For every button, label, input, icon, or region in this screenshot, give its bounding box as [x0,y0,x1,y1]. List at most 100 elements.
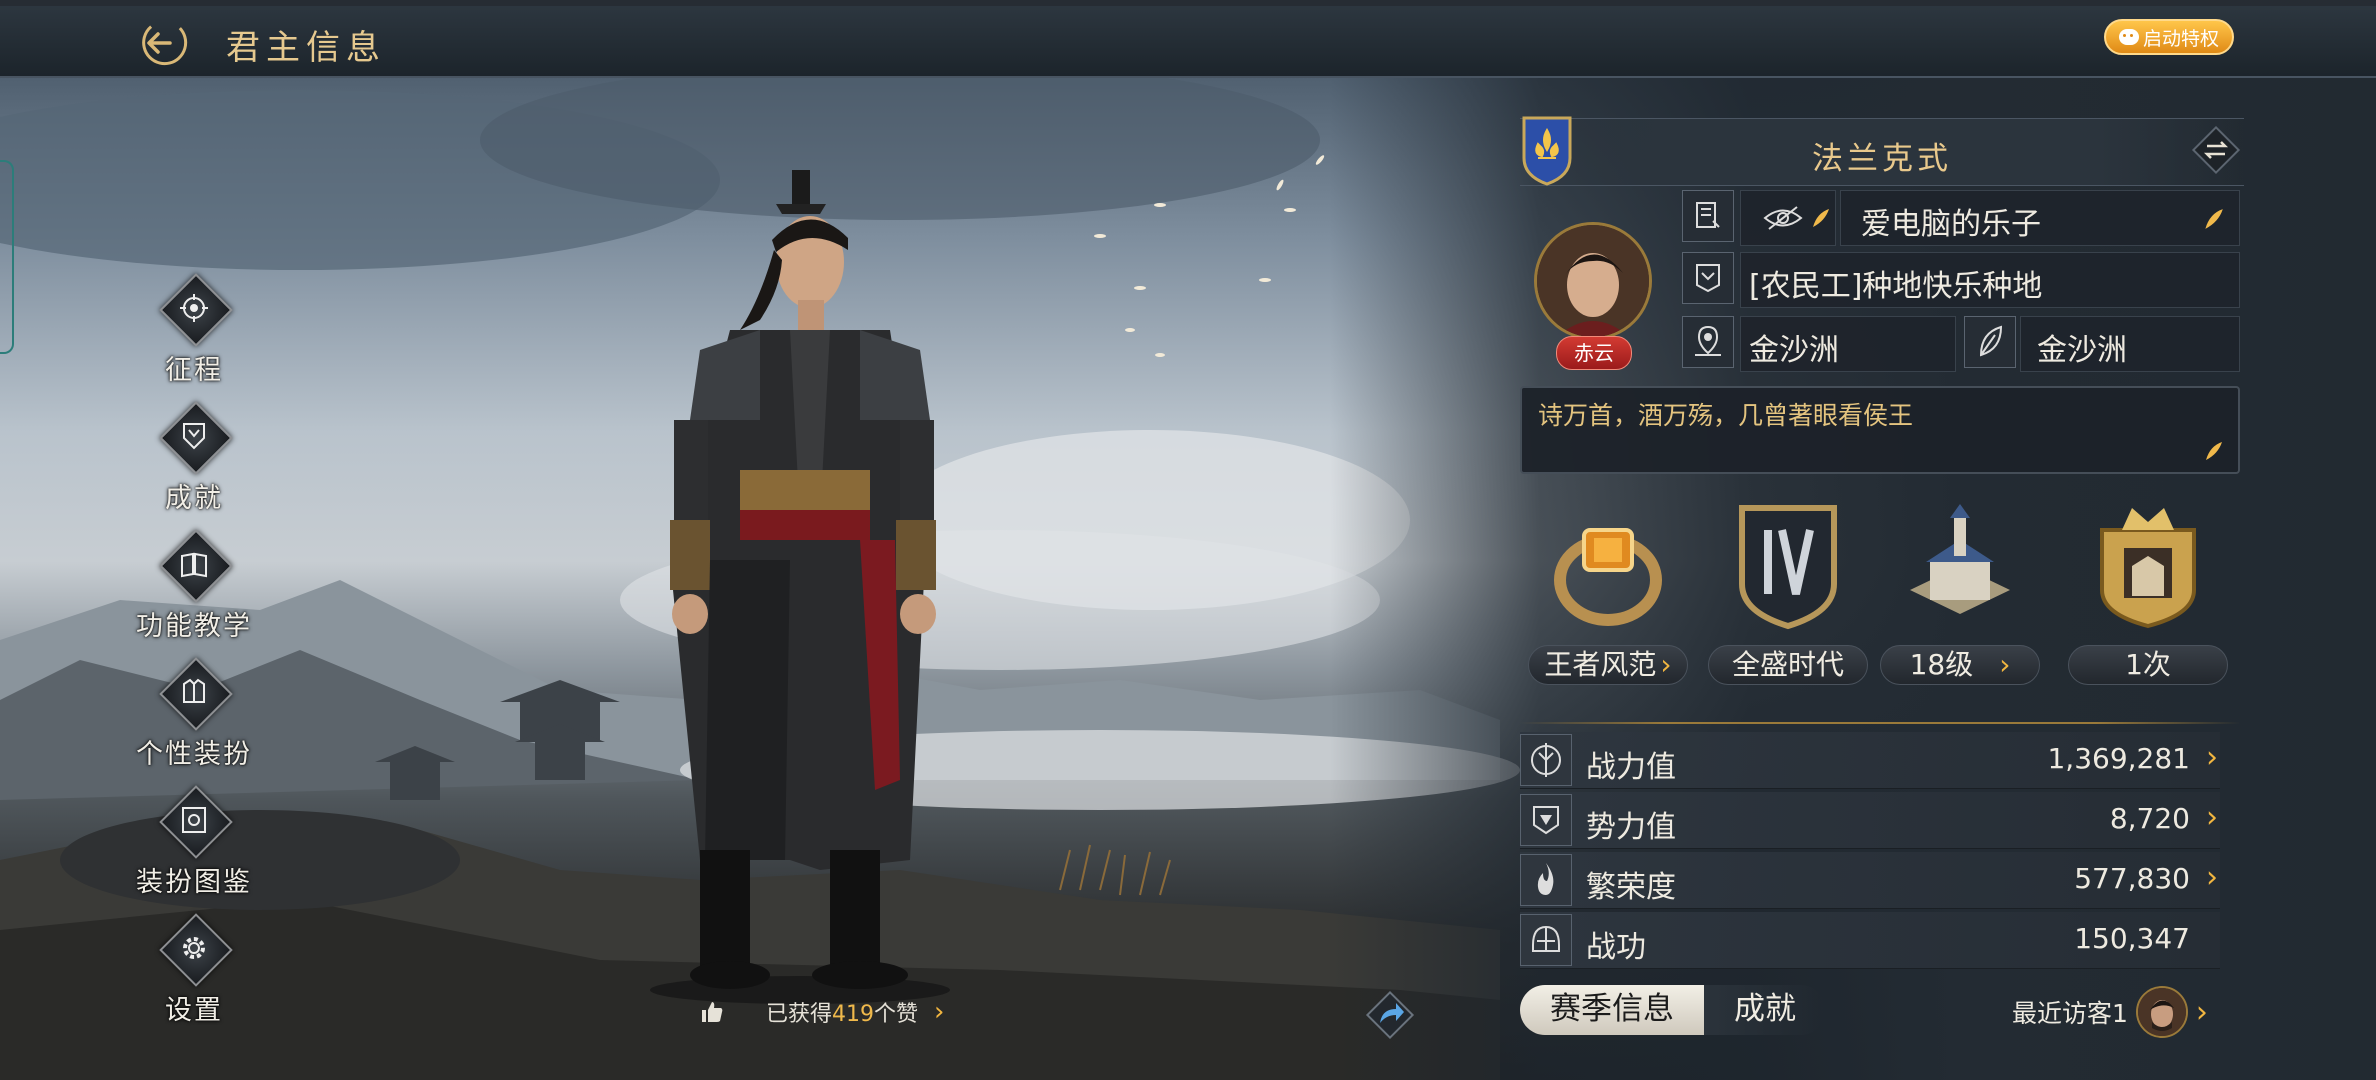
alliance-banner-icon [1696,264,1720,293]
region-field: 金沙洲 [1740,316,1956,372]
top-bar: 君主信息 启动特权 [0,0,2376,78]
name-visibility-box[interactable] [1740,190,1836,246]
helmet-icon [1532,925,1560,952]
likes-prefix: 已获得 [766,1002,833,1027]
badge-label: 全盛时代 [1731,648,1844,681]
signature-box[interactable]: 诗万首，酒万殇，几曾著眼看侯王 [1520,386,2240,474]
country-name: 法兰克式 [1812,141,1952,177]
id-card-icon-box [1682,190,1734,242]
chevron-right-icon: › [1660,648,1672,681]
share-icon [1365,990,1415,1040]
stat-row-merit: 战功 150,347 [1520,912,2220,969]
share-button[interactable] [1360,985,1420,1045]
location-icon-box [1682,316,1734,368]
eye-hidden-icon [1763,206,1803,230]
journey-icon [180,294,208,322]
feather-edit-icon[interactable] [2201,207,2225,231]
thumbs-up-icon [702,1002,723,1022]
era-shield-icon [1739,505,1837,630]
signature-text: 诗万首，酒万殇，几曾著眼看侯王 [1538,401,1914,430]
country-name-bar: 法兰克式 [1520,118,2244,186]
badge-label: 1次 [2125,648,2171,681]
location-pin-icon [1695,325,1721,356]
switch-button[interactable] [2188,122,2244,178]
page-title: 君主信息 [226,28,386,68]
power-icon [1531,743,1561,777]
stat-label: 战功 [1586,930,1646,965]
side-tab-handle[interactable] [0,160,14,354]
id-card-icon [1696,202,1720,228]
chevron-right-icon: › [2206,740,2218,775]
avatar[interactable] [1534,222,1652,340]
menu-tutorial[interactable]: 功能教学 [128,529,260,652]
portrait-image [1537,225,1649,337]
menu-label: 成就 [165,483,223,514]
player-name-field[interactable]: 爱电脑的乐子 [1840,190,2240,246]
achievement-icon [183,423,205,450]
tab-achievement[interactable]: 成就 [1704,985,1826,1035]
chevron-right-icon: › [2206,860,2218,895]
bottom-tabs: 赛季信息 成就 [1520,985,1826,1035]
badge-royal-demeanor[interactable]: 王者风范 › [1528,500,1688,685]
region-left: 金沙洲 [1749,333,1839,368]
avatar-tag: 赤云 [1556,336,1632,370]
likes-counter[interactable]: 已获得419个赞 › [700,995,944,1029]
badge-city-level[interactable]: 18级 › [1880,500,2040,685]
stat-label: 势力值 [1586,810,1676,845]
gear-icon [183,937,205,959]
costume-catalog-icon [182,807,206,833]
badge-label: 王者风范 [1544,648,1657,681]
back-arrow-icon [142,20,188,66]
privilege-button[interactable]: 启动特权 [2104,19,2234,55]
menu-journey[interactable]: 征程 [128,273,260,396]
menu-label: 装扮图鉴 [136,867,252,898]
menu-settings[interactable]: 设置 [128,913,260,1036]
visitors-label: 最近访客1 [2012,999,2128,1028]
visitor-avatar [2135,986,2188,1038]
stat-row-power[interactable]: 战力值 1,369,281 › [1520,732,2220,789]
menu-costume[interactable]: 个性装扮 [128,657,260,780]
likes-count: 419 [832,1002,875,1027]
region-right: 金沙洲 [2037,333,2127,368]
influence-shield-icon [1533,806,1559,835]
stat-value: 577,830 [2074,862,2190,895]
leaf-icon-box [1964,316,2016,368]
chevron-right-icon: › [934,997,945,1027]
badge-count[interactable]: 1次 [2068,500,2228,685]
stat-row-prosperity[interactable]: 繁荣度 577,830 › [1520,852,2220,909]
menu-label: 设置 [165,995,223,1026]
feather-edit-icon[interactable] [2202,440,2224,462]
swap-arrows-icon [2191,125,2241,175]
menu-label: 征程 [165,355,223,386]
stat-value: 150,347 [2074,922,2190,955]
player-name: 爱电脑的乐子 [1861,207,2041,242]
tutorial-book-icon [181,552,207,578]
badge-golden-age[interactable]: 全盛时代 [1708,500,1868,685]
armor-costume-icon [183,678,205,703]
menu-label: 功能教学 [136,611,252,642]
alliance-field[interactable]: [农民工]种地快乐种地 [1740,252,2240,308]
visitor-portrait-image [2137,988,2186,1036]
badge-label: 18级 [1909,648,1974,681]
alliance-name: [农民工]种地快乐种地 [1749,269,2043,304]
divider [1520,722,2240,724]
chevron-right-icon: › [2195,994,2208,1030]
fleur-de-lis-flag-icon [1522,116,1572,186]
menu-achievement[interactable]: 成就 [128,401,260,524]
back-button[interactable] [140,18,190,68]
recent-visitors[interactable]: 最近访客1 › [2012,986,2208,1038]
likes-suffix: 个赞 [874,1002,919,1027]
region-field: 金沙洲 [2020,316,2240,372]
royal-ring-icon [1554,528,1662,626]
stat-value: 8,720 [2109,802,2190,835]
leaf-icon [1979,325,2003,357]
menu-costume-catalog[interactable]: 装扮图鉴 [128,785,260,908]
tab-season-info[interactable]: 赛季信息 [1520,985,1704,1035]
alliance-icon-box [1682,252,1734,304]
chevron-right-icon: › [2206,800,2218,835]
feather-edit-icon [1813,209,1829,227]
golden-crest-icon [2100,508,2196,629]
menu-label: 个性装扮 [136,739,252,770]
stat-row-influence[interactable]: 势力值 8,720 › [1520,792,2220,849]
wechat-icon [2118,29,2139,45]
